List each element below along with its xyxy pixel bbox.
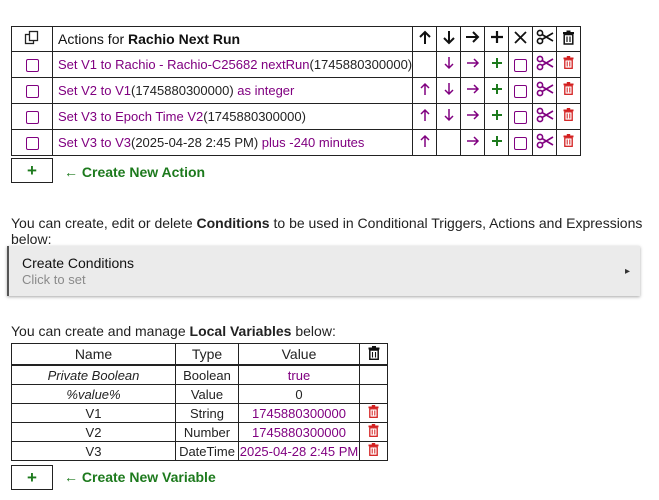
action-checkbox[interactable] <box>11 103 53 130</box>
action-description[interactable]: Set V1 to Rachio - Rachio-C25682 nextRun… <box>51 51 414 78</box>
variable-name: Private Boolean <box>11 364 176 385</box>
insert-action-icon[interactable] <box>484 103 510 130</box>
variable-name: %value% <box>11 384 176 404</box>
arrow-down-icon[interactable] <box>436 26 462 52</box>
cut-scissors-icon[interactable] <box>532 129 558 156</box>
arrow-right-icon[interactable] <box>460 26 486 52</box>
empty-cell <box>359 384 388 404</box>
create-new-variable-link[interactable]: ← Create New Variable <box>64 469 216 485</box>
action-row: Set V3 to Epoch Time V2(1745880300000) <box>11 103 582 130</box>
create-conditions-title: Create Conditions <box>22 255 135 271</box>
variable-row: V1 String 1745880300000 <box>11 403 388 423</box>
conditions-intro: You can create, edit or delete Condition… <box>11 215 643 247</box>
indent-right-icon[interactable] <box>460 77 486 104</box>
column-header-type: Type <box>175 343 239 366</box>
trash-icon[interactable] <box>359 343 388 366</box>
close-icon[interactable] <box>508 26 534 52</box>
actions-title: Actions for Rachio Next Run <box>51 26 414 52</box>
move-up-icon[interactable] <box>412 129 438 156</box>
action-row: Set V3 to V3(2025-04-28 2:45 PM) plus -2… <box>11 129 582 156</box>
move-up-icon[interactable] <box>412 77 438 104</box>
actions-table: Actions for Rachio Next Run Set V1 to Ra… <box>11 26 582 156</box>
variable-row: Private Boolean Boolean true <box>11 364 388 385</box>
variable-type: DateTime <box>175 441 239 461</box>
indent-right-icon[interactable] <box>460 51 486 78</box>
trash-icon[interactable] <box>556 26 582 52</box>
delete-trash-icon[interactable] <box>556 51 582 78</box>
variable-row: V2 Number 1745880300000 <box>11 422 388 442</box>
add-variable-button[interactable]: + <box>11 465 53 490</box>
indent-right-icon[interactable] <box>460 129 486 156</box>
variables-intro: You can create and manage Local Variable… <box>11 323 336 339</box>
plus-icon[interactable] <box>484 26 510 52</box>
select-checkbox[interactable] <box>508 103 534 130</box>
variable-value[interactable]: 2025-04-28 2:45 PM <box>238 441 360 461</box>
variable-value[interactable]: true <box>238 364 360 385</box>
delete-trash-icon[interactable] <box>556 129 582 156</box>
variable-name: V1 <box>11 403 176 423</box>
action-row: Set V1 to Rachio - Rachio-C25682 nextRun… <box>11 51 582 78</box>
cut-scissors-icon[interactable] <box>532 103 558 130</box>
empty-cell <box>359 364 388 385</box>
delete-variable-trash-icon[interactable] <box>359 403 388 423</box>
variable-type: Value <box>175 384 239 404</box>
variable-type: String <box>175 403 239 423</box>
action-checkbox[interactable] <box>11 51 53 78</box>
action-description[interactable]: Set V3 to Epoch Time V2(1745880300000) <box>51 103 414 130</box>
cut-scissors-icon[interactable] <box>532 77 558 104</box>
create-conditions-subtitle: Click to set <box>22 272 86 287</box>
delete-trash-icon[interactable] <box>556 77 582 104</box>
copy-icon[interactable] <box>11 26 53 52</box>
variable-value[interactable]: 1745880300000 <box>238 403 360 423</box>
variable-type: Boolean <box>175 364 239 385</box>
variables-header-row: Name Type Value <box>11 343 388 366</box>
variables-table: Name Type Value Private Boolean Boolean … <box>11 343 388 461</box>
action-row: Set V2 to V1(1745880300000) as integer <box>11 77 582 104</box>
move-down-icon[interactable] <box>436 103 462 130</box>
move-down-icon[interactable] <box>436 77 462 104</box>
variable-row: V3 DateTime 2025-04-28 2:45 PM <box>11 441 388 461</box>
variable-row: %value% Value 0 <box>11 384 388 404</box>
move-up-icon[interactable] <box>412 103 438 130</box>
delete-trash-icon[interactable] <box>556 103 582 130</box>
variable-type: Number <box>175 422 239 442</box>
variable-value: 0 <box>238 384 360 404</box>
expand-arrow-icon: ▸ <box>624 266 630 277</box>
move-down-icon[interactable] <box>436 51 462 78</box>
move-up-cell <box>412 51 438 78</box>
select-checkbox[interactable] <box>508 129 534 156</box>
create-conditions-panel[interactable]: Create Conditions Click to set ▸ <box>7 246 640 296</box>
insert-action-icon[interactable] <box>484 51 510 78</box>
variable-value[interactable]: 1745880300000 <box>238 422 360 442</box>
action-description[interactable]: Set V3 to V3(2025-04-28 2:45 PM) plus -2… <box>51 129 414 156</box>
variable-name: V3 <box>11 441 176 461</box>
move-down-cell <box>436 129 462 156</box>
action-checkbox[interactable] <box>11 129 53 156</box>
action-description[interactable]: Set V2 to V1(1745880300000) as integer <box>51 77 414 104</box>
indent-right-icon[interactable] <box>460 103 486 130</box>
scissors-icon[interactable] <box>532 26 558 52</box>
action-checkbox[interactable] <box>11 77 53 104</box>
arrow-up-icon[interactable] <box>412 26 438 52</box>
add-action-button[interactable]: + <box>11 158 53 183</box>
column-header-name: Name <box>11 343 176 366</box>
cut-scissors-icon[interactable] <box>532 51 558 78</box>
column-header-value: Value <box>238 343 360 366</box>
actions-header-row: Actions for Rachio Next Run <box>11 26 582 52</box>
variable-name: V2 <box>11 422 176 442</box>
delete-variable-trash-icon[interactable] <box>359 441 388 461</box>
insert-action-icon[interactable] <box>484 129 510 156</box>
insert-action-icon[interactable] <box>484 77 510 104</box>
select-checkbox[interactable] <box>508 51 534 78</box>
delete-variable-trash-icon[interactable] <box>359 422 388 442</box>
create-new-action-link[interactable]: ← Create New Action <box>64 164 205 180</box>
select-checkbox[interactable] <box>508 77 534 104</box>
